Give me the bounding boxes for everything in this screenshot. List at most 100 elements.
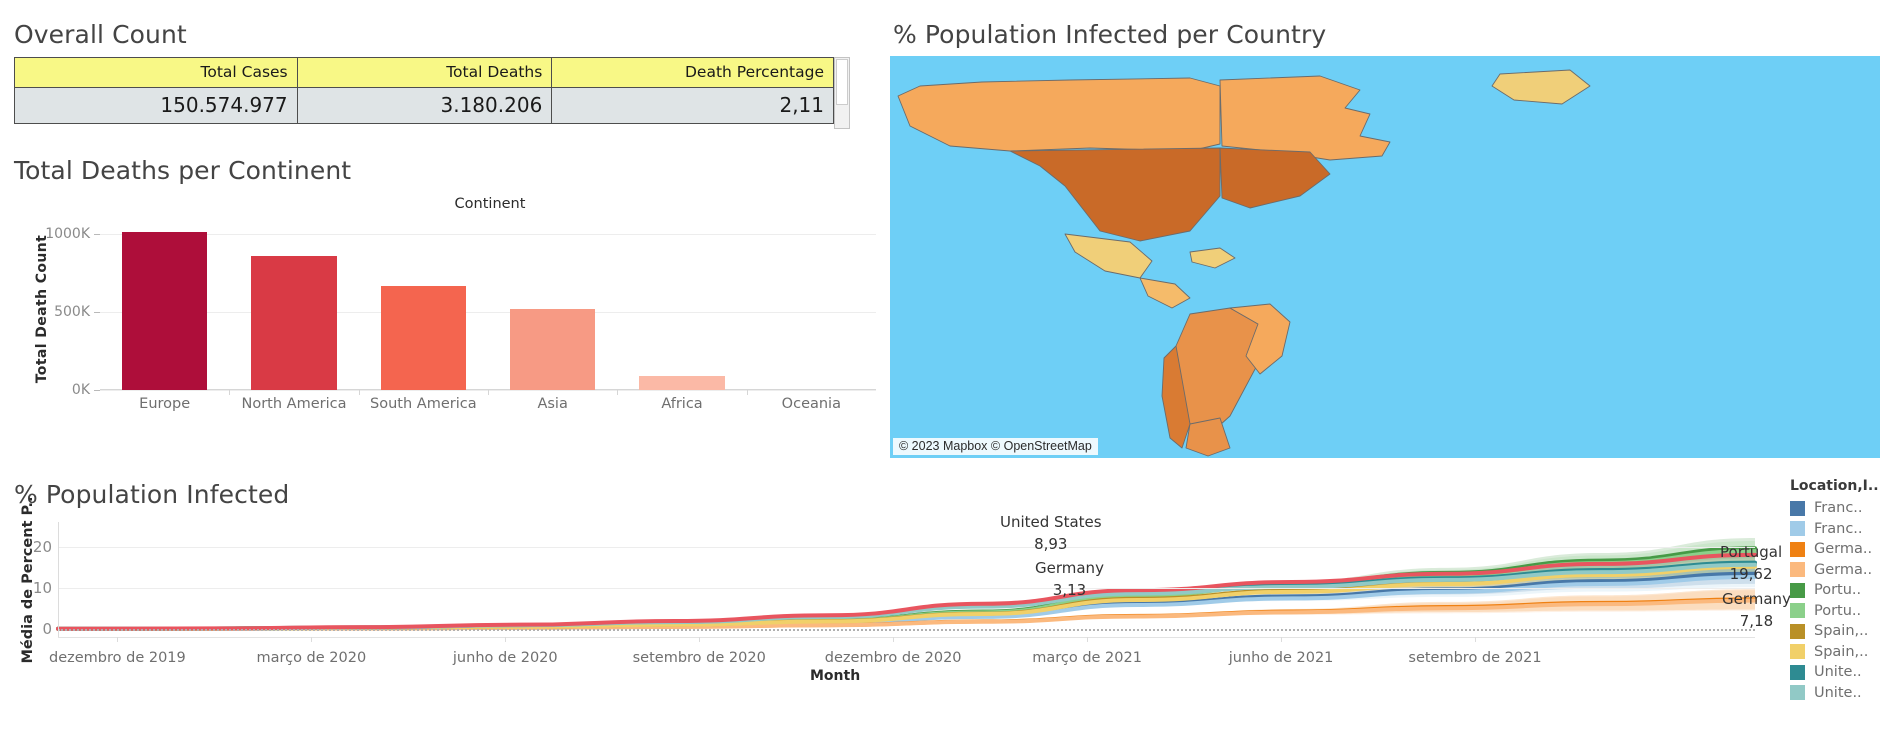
annotation-label: Germany xyxy=(1722,590,1791,608)
line-gridline xyxy=(58,587,1755,589)
line-annotation: Portugal 19,62 xyxy=(1720,542,1782,586)
bar-x-tick-label[interactable]: North America xyxy=(242,396,347,412)
line-x-tick-label[interactable]: junho de 2020 xyxy=(453,650,558,666)
bar-y-tickmark xyxy=(94,233,100,235)
legend-item-label: Portu.. xyxy=(1814,582,1862,599)
legend-item[interactable]: Unite.. xyxy=(1790,683,1880,704)
bar-x-divider xyxy=(488,390,489,395)
bar-x-tick-label[interactable]: Asia xyxy=(537,396,567,412)
line-gridline xyxy=(58,546,1755,548)
line-x-tick-label[interactable]: dezembro de 2020 xyxy=(825,650,962,666)
line-x-tickmark xyxy=(505,637,507,642)
legend-color-swatch xyxy=(1790,685,1805,701)
legend-item[interactable]: Germa.. xyxy=(1790,539,1880,560)
line-annotation: Germany 7,18 xyxy=(1722,589,1791,633)
line-x-tickmark xyxy=(699,637,701,642)
legend-item-label: Germa.. xyxy=(1814,561,1873,578)
scrollbar-thumb[interactable] xyxy=(836,59,848,105)
legend-color-swatch xyxy=(1790,623,1805,639)
legend-color-swatch xyxy=(1790,521,1805,537)
line-x-tick-label[interactable]: março de 2020 xyxy=(256,650,366,666)
legend-item[interactable]: Franc.. xyxy=(1790,498,1880,519)
annotation-value: 8,93 xyxy=(1034,534,1068,553)
bar-item[interactable] xyxy=(251,256,337,390)
legend-item-label: Spain,.. xyxy=(1814,643,1869,660)
overall-count-table: Total Cases Total Deaths Death Percentag… xyxy=(14,57,834,124)
bar-x-tick-label[interactable]: Europe xyxy=(139,396,190,412)
bar-y-tickmark xyxy=(94,311,100,313)
legend-item[interactable]: Spain,.. xyxy=(1790,621,1880,642)
bar-chart-column-title: Continent xyxy=(454,196,526,212)
bar-item[interactable] xyxy=(121,232,208,390)
annotation-value: 7,18 xyxy=(1739,611,1774,630)
bar-rect[interactable] xyxy=(509,309,596,390)
line-chart-plot-area: 0 10 20 dezembro de 2019 março de 2020 junho … xyxy=(33,522,1755,666)
bar-x-divider xyxy=(229,390,231,395)
legend-item-label: Unite.. xyxy=(1814,684,1862,701)
legend-item[interactable]: Spain,.. xyxy=(1790,642,1880,663)
line-y-tick-label: 10 xyxy=(32,578,52,597)
cell-death-percentage: 2,11 xyxy=(551,87,834,124)
bar-y-tick-label: 0K xyxy=(71,382,90,398)
line-x-tick-label[interactable]: março de 2021 xyxy=(1032,650,1142,666)
overall-count-title: Overall Count xyxy=(14,20,187,49)
line-x-tickmark xyxy=(1281,637,1283,642)
line-zero-baseline xyxy=(58,628,1755,631)
bar-rect[interactable] xyxy=(121,232,208,390)
line-x-axis xyxy=(58,637,1755,638)
choropleth-map[interactable]: © 2023 Mapbox © OpenStreetMap xyxy=(890,56,1880,458)
legend-item[interactable]: Portu.. xyxy=(1790,601,1880,622)
annotation-value: 3,13 xyxy=(1052,580,1087,599)
line-y-axis xyxy=(58,522,59,637)
legend-item-label: Spain,.. xyxy=(1814,623,1869,640)
legend-item-label: Germa.. xyxy=(1814,541,1873,558)
bar-y-tickmark xyxy=(94,390,100,391)
legend-item[interactable]: Franc.. xyxy=(1790,519,1880,540)
header-death-percentage[interactable]: Death Percentage xyxy=(551,57,834,88)
line-chart-x-axis-label: Month xyxy=(810,668,861,684)
legend-item-label: Franc.. xyxy=(1814,520,1863,537)
bar-x-tick-label[interactable]: South America xyxy=(370,396,477,412)
legend-item-label: Unite.. xyxy=(1814,664,1862,681)
map-svg[interactable] xyxy=(890,56,1880,458)
bar-rect[interactable] xyxy=(251,256,337,390)
bar-gridline xyxy=(100,311,876,313)
bar-rect[interactable] xyxy=(639,375,725,390)
bar-chart-plot-area: 0K 500K 1000K Europe North America South Amer… xyxy=(45,218,876,412)
bar-rect[interactable] xyxy=(380,286,466,390)
table-vertical-scrollbar[interactable] xyxy=(834,57,850,129)
map-attribution: © 2023 Mapbox © OpenStreetMap xyxy=(893,438,1098,455)
line-chart-svg xyxy=(58,538,1755,637)
header-total-cases[interactable]: Total Cases xyxy=(14,57,298,88)
line-x-tick-label[interactable]: setembro de 2021 xyxy=(1408,650,1541,666)
bar-item[interactable] xyxy=(639,375,725,390)
line-x-tick-label[interactable]: junho de 2021 xyxy=(1229,650,1334,666)
dashboard: Overall Count Total Cases Total Deaths D… xyxy=(0,0,1880,750)
line-x-tickmark xyxy=(117,637,119,642)
line-x-tickmark xyxy=(893,637,895,642)
total-deaths-per-continent-title: Total Deaths per Continent xyxy=(14,156,352,185)
legend-item[interactable]: Germa.. xyxy=(1790,560,1880,581)
bar-item[interactable] xyxy=(380,286,466,390)
legend-color-swatch xyxy=(1790,582,1805,598)
legend-item[interactable]: Unite.. xyxy=(1790,662,1880,683)
bar-x-tick-label[interactable]: Africa xyxy=(661,396,702,412)
line-x-tick-label[interactable]: dezembro de 2019 xyxy=(49,650,186,666)
line-x-tick-label[interactable]: setembro de 2020 xyxy=(633,650,766,666)
bar-gridline xyxy=(100,233,876,235)
legend-item[interactable]: Portu.. xyxy=(1790,580,1880,601)
header-total-deaths[interactable]: Total Deaths xyxy=(296,57,553,88)
line-x-tickmark xyxy=(1087,637,1089,642)
table-row: 150.574.977 3.180.206 2,11 xyxy=(14,87,834,124)
table-header-row: Total Cases Total Deaths Death Percentag… xyxy=(14,57,834,88)
bar-item[interactable] xyxy=(509,309,596,390)
legend-color-swatch xyxy=(1790,500,1805,516)
legend-item-label: Franc.. xyxy=(1814,500,1863,517)
line-annotation: United States 8,93 xyxy=(1000,512,1102,556)
legend-color-swatch xyxy=(1790,562,1805,578)
annotation-value: 19,62 xyxy=(1729,564,1773,583)
map-country-canada-west[interactable] xyxy=(897,77,1221,152)
line-x-tickmark xyxy=(1474,637,1476,642)
line-chart-legend: Location,I.. Franc.. Franc.. Germa.. Germa.… xyxy=(1790,478,1880,703)
bar-x-tick-label[interactable]: Oceania xyxy=(782,396,841,412)
